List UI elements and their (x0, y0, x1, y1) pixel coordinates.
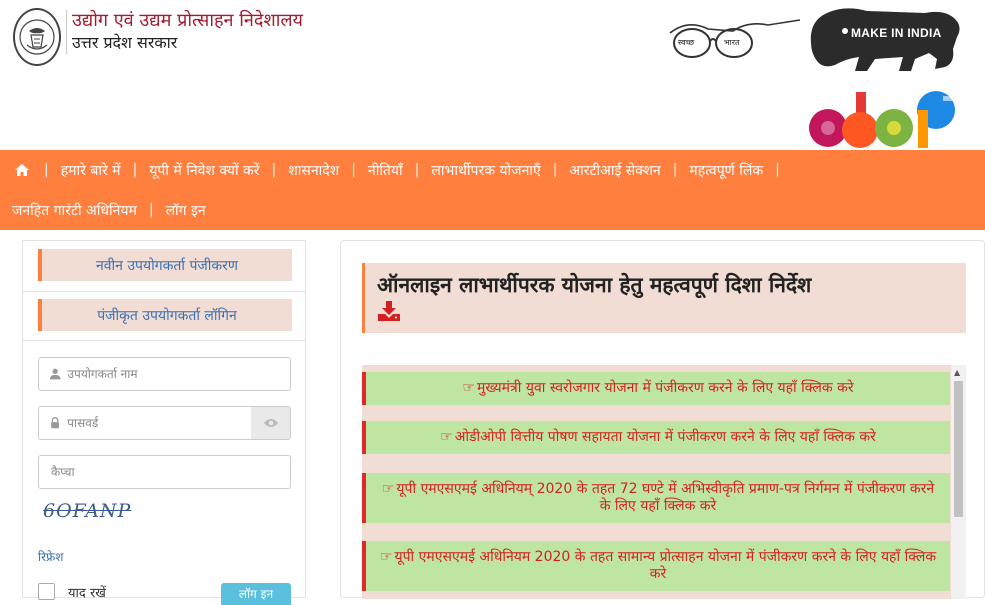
list-item-yuva-swarozgar[interactable]: ☞ मुख्यमंत्री युवा स्वरोजगार योजना में प… (362, 372, 950, 405)
divider (23, 291, 305, 292)
up-emblem-logo[interactable] (13, 8, 61, 66)
eye-icon (263, 419, 278, 427)
captcha-image: 6OFANP (43, 500, 132, 522)
swachh-label: स्वच्छ (678, 38, 695, 47)
nav-home[interactable] (0, 163, 40, 177)
schemes-list: ☞ मुख्यमंत्री युवा स्वरोजगार योजना में प… (362, 365, 966, 599)
new-user-registration-tab[interactable]: नवीन उपयोगकर्ता पंजीकरण (38, 249, 292, 281)
scrollbar-thumb[interactable] (954, 381, 963, 517)
login-panel: नवीन उपयोगकर्ता पंजीकरण पंजीकृत उपयोगकर्… (22, 240, 306, 605)
list-item-text: ☞ यूपी एमएसएमई अधिनियम 2020 के तहत सामान्… (378, 549, 938, 583)
nav-separator: | (351, 162, 356, 178)
divider (23, 340, 305, 341)
captcha-refresh-link[interactable]: रिफ्रेश (38, 548, 63, 565)
bharat-label: भारत (724, 38, 740, 47)
make-in-india-text: MAKE IN INDIA (851, 26, 942, 40)
lock-icon (51, 417, 59, 429)
org-subtitle: उत्तर प्रदेश सरकार (72, 33, 178, 52)
nav-row-1: | हमारे बारे में | यूपी में निवेश क्यों … (0, 150, 985, 190)
password-field[interactable] (38, 406, 252, 440)
nav-separator: | (672, 162, 678, 178)
site-header: उद्योग एवं उद्यम प्रोत्साहन निदेशालय उत्… (0, 0, 985, 150)
pointing-hand-icon: ☞ (379, 549, 393, 565)
nav-separator: | (148, 202, 154, 218)
home-icon (15, 164, 29, 176)
list-item-odop-financing[interactable]: ☞ ओडीओपी वित्तीय पोषण सहायता योजना में प… (362, 421, 950, 454)
nav-separator: | (775, 162, 780, 178)
nav-separator: | (552, 162, 558, 178)
list-item-label: यूपी एमएसएमई अधिनियम 2020 के तहत सामान्य… (394, 549, 937, 582)
download-icon[interactable] (377, 300, 401, 322)
org-name: उद्योग एवं उद्यम प्रोत्साहन निदेशालय उत्… (66, 10, 303, 54)
nav-separator: | (132, 162, 138, 178)
nav-policies[interactable]: नीतियाँ (360, 161, 411, 180)
nav-why-invest[interactable]: यूपी में निवेश क्यों करें (141, 161, 267, 180)
nav-separator: | (271, 162, 277, 178)
user-icon (49, 368, 61, 380)
nav-beneficiary-schemes[interactable]: लाभार्थीपरक योजनाएँ (423, 161, 548, 180)
make-in-india-logo: MAKE IN INDIA (805, 3, 965, 75)
nav-government-orders[interactable]: शासनादेश (280, 161, 347, 180)
remember-me-checkbox[interactable] (38, 583, 55, 600)
nav-public-guarantee-act[interactable]: जनहित गारंटी अधिनियम (0, 201, 145, 220)
org-title: उद्योग एवं उद्यम प्रोत्साहन निदेशालय (72, 10, 304, 31)
list-item-msme-72-hours[interactable]: ☞ यूपी एमएसएमई अधिनियम् 2020 के तहत 72 घण… (362, 473, 950, 523)
login-button[interactable]: लॉग इन (221, 583, 291, 605)
list-item-text: मुख्यमंत्री युवा स्वरोजगार योजना में पंज… (476, 380, 854, 396)
captcha-input[interactable] (39, 465, 290, 479)
password-input[interactable] (67, 416, 251, 430)
swachh-bharat-logo: स्वच्छ भारत (668, 15, 803, 60)
nav-separator: | (44, 162, 49, 178)
show-password-button[interactable] (251, 406, 291, 440)
username-input[interactable] (67, 367, 290, 381)
scroll-up-arrow-icon[interactable]: ▲ (954, 368, 960, 377)
nav-about[interactable]: हमारे बारे में (53, 161, 129, 180)
guidelines-title[interactable]: ऑनलाइन लाभार्थीपरक योजना हेतु महत्वपूर्ण… (377, 271, 811, 299)
list-scrollbar[interactable]: ▲ (951, 365, 966, 599)
emblem-icon (19, 19, 55, 55)
list-item-text: ☞ यूपी एमएसएमई अधिनियम् 2020 के तहत 72 घण… (378, 481, 938, 515)
nav-row-2: जनहित गारंटी अधिनियम | लॉग इन (0, 190, 985, 230)
odop-logo (808, 90, 973, 150)
pointing-hand-icon: ☞ (381, 481, 395, 497)
odop-icon (809, 91, 957, 148)
nav-important-links[interactable]: महत्वपूर्ण लिंक (681, 161, 771, 180)
nav-login[interactable]: लॉग इन (158, 201, 214, 220)
list-item-label: यूपी एमएसएमई अधिनियम् 2020 के तहत 72 घण्… (396, 481, 935, 514)
registered-user-login-tab[interactable]: पंजीकृत उपयोगकर्ता लॉगिन (38, 299, 292, 331)
remember-me-label: याद रखें (68, 586, 106, 601)
nav-rti-section[interactable]: आरटीआई सेक्शन (561, 161, 668, 180)
main-content-panel: ऑनलाइन लाभार्थीपरक योजना हेतु महत्वपूर्ण… (340, 240, 985, 599)
pointing-hand-icon: ☞ (440, 429, 453, 445)
guidelines-notice: ऑनलाइन लाभार्थीपरक योजना हेतु महत्वपूर्ण… (362, 263, 966, 333)
username-field[interactable] (38, 357, 291, 391)
captcha-field[interactable] (38, 455, 291, 489)
list-item-msme-general-incentive[interactable]: ☞ यूपी एमएसएमई अधिनियम 2020 के तहत सामान्… (362, 541, 950, 591)
list-item-text: ओडीओपी वित्तीय पोषण सहायता योजना में पंज… (454, 429, 876, 445)
pointing-hand-icon: ☞ (462, 380, 475, 396)
nav-separator: | (414, 162, 420, 178)
main-navigation: | हमारे बारे में | यूपी में निवेश क्यों … (0, 150, 985, 230)
